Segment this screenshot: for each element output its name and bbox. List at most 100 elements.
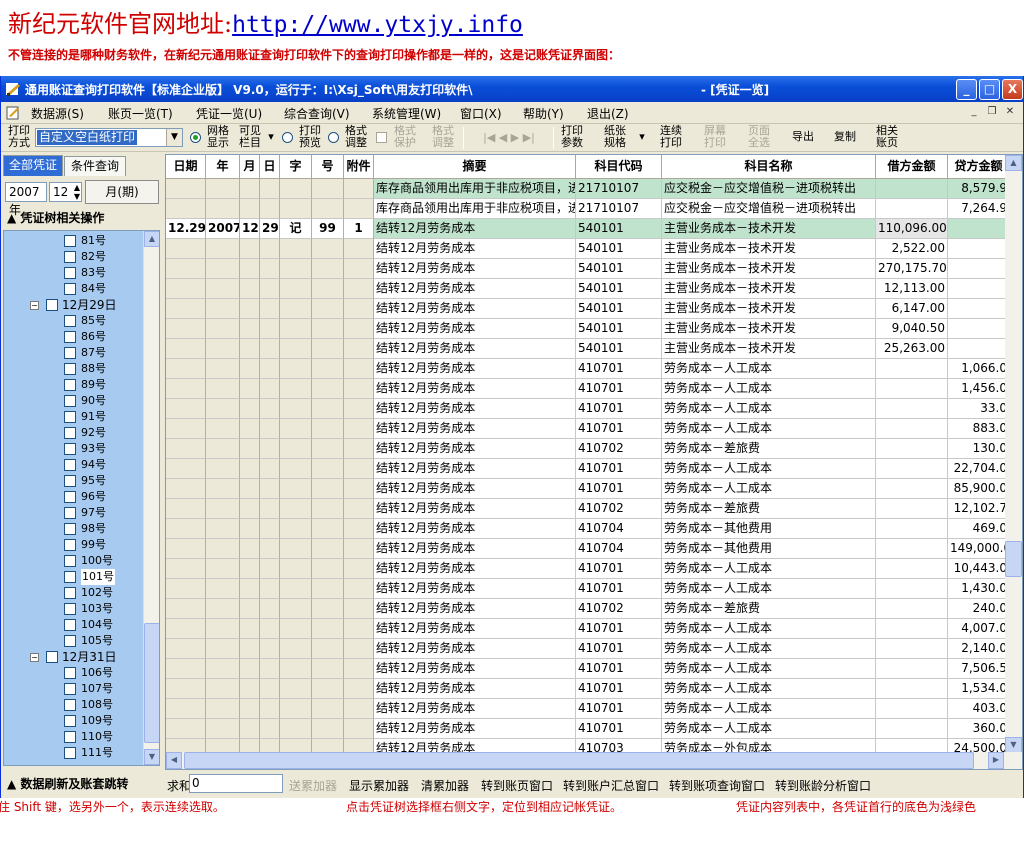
col-credit-cell[interactable]: 1,534.0	[948, 679, 1010, 699]
col-summary-cell[interactable]: 结转12月劳务成本	[374, 379, 576, 399]
col-number-cell[interactable]	[312, 679, 344, 699]
col-number-cell[interactable]	[312, 419, 344, 439]
col-attachment-cell[interactable]	[344, 359, 374, 379]
col-summary-cell[interactable]: 结转12月劳务成本	[374, 359, 576, 379]
tree-checkbox[interactable]	[64, 379, 76, 391]
table-row[interactable]: 结转12月劳务成本 410701 劳务成本－人工成本 4,007.0	[166, 619, 1010, 639]
tree-node-label[interactable]: 83号	[81, 265, 106, 281]
col-account-code-cell[interactable]: 540101	[576, 279, 662, 299]
col-year-cell[interactable]	[206, 599, 240, 619]
tree-node-label[interactable]: 103号	[81, 601, 113, 617]
tree-voucher-node[interactable]: 95号	[4, 473, 142, 489]
col-year-header[interactable]: 年	[206, 155, 240, 179]
col-number-cell[interactable]	[312, 279, 344, 299]
col-attachment-cell[interactable]	[344, 579, 374, 599]
col-summary-cell[interactable]: 结转12月劳务成本	[374, 419, 576, 439]
col-year-cell[interactable]	[206, 319, 240, 339]
col-account-name-cell[interactable]: 劳务成本－人工成本	[662, 699, 876, 719]
tree-checkbox[interactable]	[64, 635, 76, 647]
format-protect-checkbox[interactable]	[376, 132, 387, 143]
col-account-code-cell[interactable]: 540101	[576, 219, 662, 239]
col-account-code-cell[interactable]: 410701	[576, 659, 662, 679]
col-attachment-cell[interactable]	[344, 299, 374, 319]
col-account-code-cell[interactable]: 410701	[576, 679, 662, 699]
col-debit-cell[interactable]	[876, 659, 948, 679]
col-day-cell[interactable]: 29	[260, 219, 280, 239]
visible-columns-dropdown-icon[interactable]: ▾	[266, 131, 276, 143]
col-debit-cell[interactable]: 2,522.00	[876, 239, 948, 259]
col-account-name-cell[interactable]: 主营业务成本－技术开发	[662, 319, 876, 339]
refresh-switch-button[interactable]: ▲ 数据刷新及账套跳转	[3, 774, 161, 794]
tree-checkbox[interactable]	[64, 603, 76, 615]
tree-voucher-node[interactable]: 105号	[4, 633, 142, 649]
col-date-cell[interactable]: 12.29	[166, 219, 206, 239]
col-number-cell[interactable]	[312, 579, 344, 599]
scroll-up-icon[interactable]: ▲	[144, 231, 159, 247]
col-word-cell[interactable]	[280, 439, 312, 459]
tree-checkbox[interactable]	[64, 571, 76, 583]
col-summary-cell[interactable]: 结转12月劳务成本	[374, 719, 576, 739]
tree-voucher-node[interactable]: 98号	[4, 521, 142, 537]
col-credit-cell[interactable]: 130.0	[948, 439, 1010, 459]
tree-node-label[interactable]: 111号	[81, 745, 113, 761]
grid-display-radio[interactable]	[190, 132, 201, 143]
tree-checkbox[interactable]	[64, 555, 76, 567]
table-row[interactable]: 结转12月劳务成本 410704 劳务成本－其他费用 469.0	[166, 519, 1010, 539]
col-debit-cell[interactable]	[876, 439, 948, 459]
col-month-cell[interactable]	[240, 359, 260, 379]
tree-voucher-node[interactable]: 96号	[4, 489, 142, 505]
col-attachment-cell[interactable]	[344, 619, 374, 639]
tree-voucher-node[interactable]: 82号	[4, 249, 142, 265]
tree-voucher-node[interactable]: 90号	[4, 393, 142, 409]
col-day-cell[interactable]	[260, 599, 280, 619]
col-debit-cell[interactable]	[876, 359, 948, 379]
table-row[interactable]: 结转12月劳务成本 540101 主营业务成本－技术开发 12,113.00	[166, 279, 1010, 299]
col-debit-cell[interactable]: 6,147.00	[876, 299, 948, 319]
col-date-cell[interactable]	[166, 699, 206, 719]
table-row[interactable]: 结转12月劳务成本 410702 劳务成本－差旅费 12,102.7	[166, 499, 1010, 519]
col-credit-cell[interactable]: 360.0	[948, 719, 1010, 739]
table-row[interactable]: 结转12月劳务成本 410701 劳务成本－人工成本 1,534.0	[166, 679, 1010, 699]
col-account-name-cell[interactable]: 应交税金－应交增值税－进项税转出	[662, 179, 876, 199]
col-date-cell[interactable]	[166, 399, 206, 419]
col-date-cell[interactable]	[166, 479, 206, 499]
tree-node-label[interactable]: 106号	[81, 665, 113, 681]
col-summary-cell[interactable]: 结转12月劳务成本	[374, 499, 576, 519]
col-number-cell[interactable]	[312, 499, 344, 519]
table-row[interactable]: 12.29 2007 12 29 记 99 1 结转12月劳务成本 540101 主营业务成本－技…	[166, 219, 1010, 239]
col-account-name-cell[interactable]: 劳务成本－其他费用	[662, 539, 876, 559]
col-attachment-cell[interactable]	[344, 259, 374, 279]
bottom-button-6[interactable]: 转到账龄分析窗口	[775, 777, 871, 794]
tree-checkbox[interactable]	[64, 507, 76, 519]
col-month-cell[interactable]	[240, 579, 260, 599]
col-number-cell[interactable]	[312, 339, 344, 359]
bottom-button-2[interactable]: 清累加器	[421, 777, 469, 794]
col-credit-header[interactable]: 贷方金额	[948, 155, 1010, 179]
col-summary-cell[interactable]: 结转12月劳务成本	[374, 459, 576, 479]
col-day-cell[interactable]	[260, 319, 280, 339]
tree-checkbox[interactable]	[64, 363, 76, 375]
col-year-cell[interactable]	[206, 479, 240, 499]
table-row[interactable]: 结转12月劳务成本 410701 劳务成本－人工成本 10,443.0	[166, 559, 1010, 579]
col-day-cell[interactable]	[260, 359, 280, 379]
col-account-code-cell[interactable]: 410701	[576, 559, 662, 579]
col-summary-header[interactable]: 摘要	[374, 155, 576, 179]
table-row[interactable]: 库存商品领用出库用于非应税项目，进 21710107 应交税金－应交增值税－进项税转…	[166, 199, 1010, 219]
tree-node-label[interactable]: 105号	[81, 633, 113, 649]
col-attachment-cell[interactable]	[344, 679, 374, 699]
col-summary-cell[interactable]: 结转12月劳务成本	[374, 699, 576, 719]
col-day-cell[interactable]	[260, 579, 280, 599]
col-date-cell[interactable]	[166, 539, 206, 559]
col-debit-cell[interactable]	[876, 199, 948, 219]
tree-checkbox[interactable]	[64, 491, 76, 503]
col-word-cell[interactable]	[280, 719, 312, 739]
col-word-cell[interactable]	[280, 259, 312, 279]
col-month-cell[interactable]	[240, 699, 260, 719]
col-day-cell[interactable]	[260, 519, 280, 539]
col-word-cell[interactable]	[280, 339, 312, 359]
col-day-cell[interactable]	[260, 259, 280, 279]
col-year-cell[interactable]	[206, 639, 240, 659]
col-attachment-cell[interactable]	[344, 639, 374, 659]
tree-checkbox[interactable]	[64, 523, 76, 535]
col-account-code-cell[interactable]: 540101	[576, 319, 662, 339]
